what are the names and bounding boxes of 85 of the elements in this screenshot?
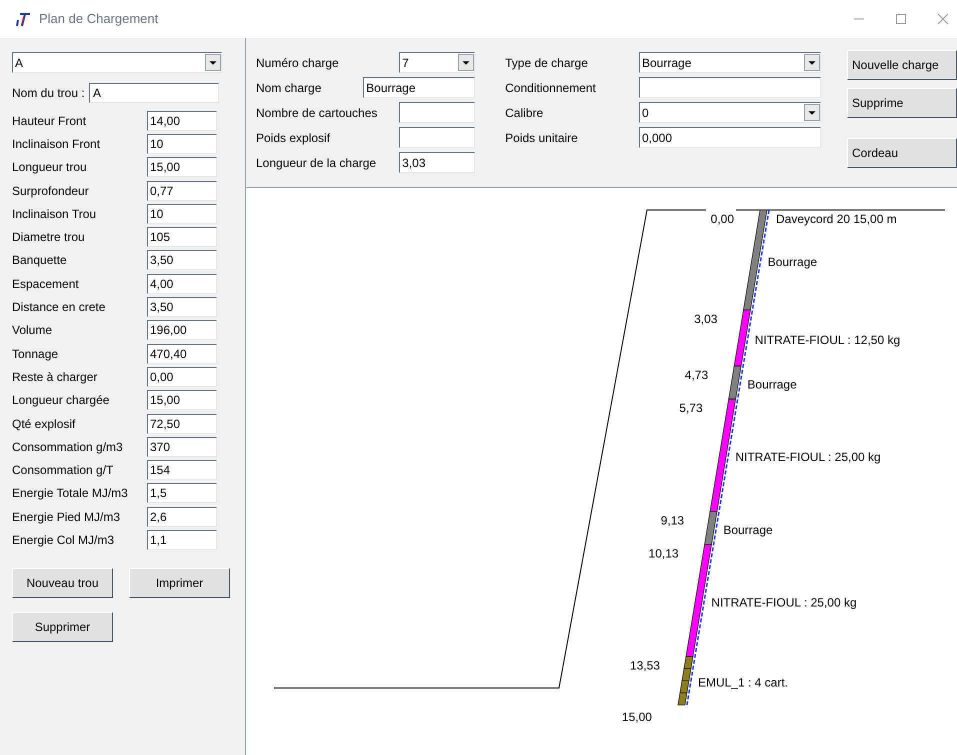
input-field[interactable]: 370 [147, 436, 217, 457]
field-label: Longueur de la charge [256, 154, 376, 172]
field-label: Qté explosif [12, 416, 76, 432]
input-field[interactable]: A [89, 82, 219, 102]
input-field[interactable]: 0,000 [639, 127, 821, 148]
field-label: Espacement [12, 276, 80, 293]
field-label: Diametre trou [12, 229, 86, 246]
input-field[interactable]: 15,00 [147, 390, 217, 410]
button[interactable]: Imprimer [129, 568, 230, 598]
input-field[interactable]: 10 [147, 134, 217, 154]
field-label: Poids unitaire [505, 130, 578, 146]
field-label: Inclinaison Front [12, 136, 102, 153]
field-label: Numéro charge [256, 54, 339, 72]
input-field[interactable]: 0,00 [147, 366, 217, 387]
input-field[interactable]: 15,00 [147, 157, 217, 178]
button[interactable]: Supprime [847, 88, 957, 118]
field-label: Banquette [12, 252, 68, 270]
depth-label: 15,00 [622, 710, 652, 724]
input-field[interactable]: 2,6 [147, 506, 217, 527]
input-field[interactable]: 14,00 [147, 110, 217, 131]
field-label: Energie Col MJ/m3 [12, 532, 116, 549]
dropdown[interactable]: Bourrage [639, 52, 821, 73]
button[interactable]: Cordeau [847, 138, 957, 168]
field-label: Nom charge [256, 80, 322, 96]
field-label: Hauteur Front [12, 112, 88, 130]
input-field[interactable]: 3,50 [147, 250, 217, 270]
input-field[interactable]: 3,50 [147, 297, 217, 318]
maximize-icon[interactable] [895, 13, 907, 25]
input-field[interactable]: 72,50 [147, 414, 217, 434]
input-field[interactable]: 10 [147, 204, 217, 224]
dropdown[interactable]: 7 [399, 52, 476, 73]
app-icon [15, 11, 31, 27]
input-field[interactable]: 4,00 [147, 274, 217, 294]
dropdown[interactable]: 0 [639, 102, 821, 123]
input-field[interactable]: 470,40 [147, 344, 217, 364]
field-label: Tonnage [12, 346, 60, 363]
close-icon[interactable] [937, 13, 949, 25]
field-label: Longueur chargée [12, 392, 110, 410]
depth-label: 0,00 [710, 212, 734, 226]
field-label: Type de charge [505, 54, 588, 72]
charge-label: EMUL_1 : 4 cart. [698, 676, 788, 690]
field-label: Nom du trou : [12, 84, 86, 102]
cord-label: Daveycord 20 15,00 m [776, 212, 897, 226]
charge-label: Bourrage [747, 378, 797, 392]
field-label: Consommation g/m3 [12, 438, 124, 456]
charge-label: NITRATE-FIOUL : 25,00 kg [735, 450, 881, 464]
field-label: Consommation g/T [12, 462, 114, 480]
field-label: Calibre [505, 104, 544, 122]
charge-label: NITRATE-FIOUL : 25,00 kg [711, 595, 857, 610]
input-field[interactable]: 3,03 [399, 152, 476, 173]
field-label: Inclinaison Trou [12, 206, 98, 223]
field-label: Nombre de cartouches [256, 104, 378, 122]
depth-label: 9,13 [660, 513, 684, 528]
field-label: Energie Pied MJ/m3 [12, 508, 122, 526]
input-field[interactable] [399, 102, 476, 123]
input-field[interactable]: 1,1 [147, 530, 217, 550]
input-field[interactable]: 1,5 [147, 483, 217, 504]
field-label: Surprofondeur [12, 182, 90, 200]
charge-label: NITRATE-FIOUL : 12,50 kg [754, 333, 900, 348]
field-label: Energie Totale MJ/m3 [12, 485, 129, 502]
input-field[interactable]: 196,00 [147, 320, 217, 340]
depth-label: 4,73 [684, 368, 708, 382]
button[interactable]: Nouvelle charge [847, 50, 957, 80]
charge-label: Bourrage [768, 255, 818, 269]
button[interactable]: Nouveau trou [12, 568, 113, 598]
input-field[interactable]: 105 [147, 227, 217, 248]
window-title: Plan de Chargement [39, 10, 158, 28]
field-label: Poids explosif [256, 130, 330, 146]
depth-label: 3,03 [694, 312, 718, 326]
input-field[interactable]: 0,77 [147, 180, 217, 201]
field-label: Distance en crete [12, 299, 106, 316]
field-label: Longueur trou [12, 159, 88, 176]
depth-label: 13,53 [630, 658, 660, 672]
charge-label: Bourrage [723, 522, 773, 537]
field-label: Reste à charger [12, 368, 98, 386]
input-field[interactable]: 154 [147, 460, 217, 480]
depth-label: 10,13 [648, 546, 679, 560]
input-field[interactable] [399, 127, 476, 148]
depth-label: 5,73 [679, 401, 703, 416]
hole-dropdown[interactable]: A [12, 52, 222, 73]
field-label: Volume [12, 322, 54, 340]
input-field[interactable] [639, 77, 821, 98]
input-field[interactable]: Bourrage [363, 77, 476, 98]
field-label: Conditionnement [505, 80, 596, 96]
button[interactable]: Supprimer [12, 612, 113, 642]
